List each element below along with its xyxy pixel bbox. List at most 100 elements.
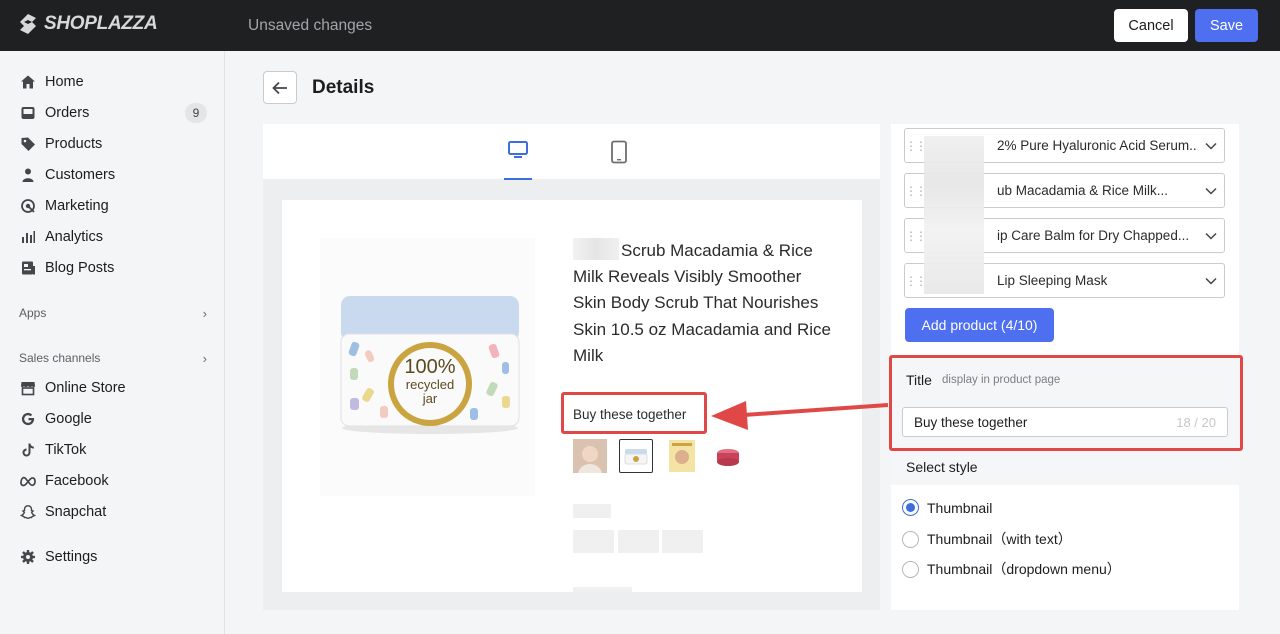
sidebar-item-label: Online Store <box>45 380 126 396</box>
price-placeholder <box>573 504 611 518</box>
google-icon <box>19 410 37 428</box>
sidebar-item-customers[interactable]: Customers <box>19 164 207 186</box>
chevron-down-icon[interactable] <box>1198 142 1224 150</box>
top-bar: SHOPLAZZA Unsaved changes Cancel Save <box>0 0 1280 51</box>
scrub-jar-image: 100% recycled jar <box>340 296 520 434</box>
select-style-label: Select style <box>906 459 978 475</box>
sidebar-item-settings[interactable]: Settings <box>19 546 207 568</box>
select-style-header: Select style <box>891 450 1239 485</box>
product-name: ip Care Balm for Dry Chapped... <box>997 228 1190 243</box>
drag-handle-icon[interactable]: ⋮⋮ <box>905 184 927 198</box>
back-button[interactable] <box>263 71 297 104</box>
sidebar-item-analytics[interactable]: Analytics <box>19 226 207 248</box>
arrow-left-icon <box>272 81 287 94</box>
sidebar-item-snapchat[interactable]: Snapchat <box>19 501 207 523</box>
home-icon <box>19 73 37 91</box>
redacted-product-names <box>924 136 984 294</box>
unsaved-changes-status: Unsaved changes <box>248 17 373 34</box>
add-product-button[interactable]: Add product (4/10) <box>905 308 1054 342</box>
target-icon <box>19 197 37 215</box>
sidebar-item-label: TikTok <box>45 442 87 458</box>
drag-handle-icon[interactable]: ⋮⋮ <box>905 229 927 243</box>
sidebar-item-blog-posts[interactable]: Blog Posts <box>19 257 207 279</box>
drag-handle-icon[interactable]: ⋮⋮ <box>905 274 927 288</box>
product-name: ub Macadamia & Rice Milk... <box>997 183 1169 198</box>
shoplazza-logo[interactable]: SHOPLAZZA <box>18 13 158 35</box>
bundle-thumbnail[interactable] <box>573 439 607 473</box>
radio-icon[interactable] <box>902 530 919 548</box>
ghost-icon <box>19 503 37 521</box>
orders-count-badge: 9 <box>185 103 207 123</box>
save-button[interactable]: Save <box>1195 9 1258 42</box>
jar-label-percent: 100% <box>404 356 455 378</box>
annotation-arrow-icon <box>711 401 889 430</box>
sidebar-item-label: Snapchat <box>45 504 107 520</box>
person-icon <box>19 166 37 184</box>
tag-icon <box>19 135 37 153</box>
bundle-thumbnail[interactable] <box>711 439 745 473</box>
desktop-view-tab[interactable] <box>504 140 532 180</box>
sidebar-item-home[interactable]: Home <box>19 71 207 93</box>
sidebar-item-label: Marketing <box>45 198 109 214</box>
redacted-brand <box>573 238 619 260</box>
bundle-thumbnail[interactable] <box>665 439 699 473</box>
sidebar-item-online-store[interactable]: Online Store <box>19 377 207 399</box>
radio-icon[interactable] <box>902 560 919 578</box>
chevron-down-icon[interactable] <box>1198 277 1224 285</box>
chevron-down-icon[interactable] <box>1198 232 1224 240</box>
jar-label-jar: jar <box>422 391 438 406</box>
product-title: Scrub Macadamia & Rice Milk Reveals Visi… <box>573 238 835 369</box>
chevron-right-icon: › <box>202 351 207 366</box>
preview-highlight-box <box>561 392 707 434</box>
gear-icon <box>19 548 37 566</box>
chevron-right-icon: › <box>202 306 207 321</box>
style-option-thumbnail-dropdown[interactable]: Thumbnail（dropdown menu） <box>902 559 1121 579</box>
sidebar-item-label: Facebook <box>45 473 109 489</box>
document-icon <box>19 259 37 277</box>
style-option-thumbnail[interactable]: Thumbnail <box>902 499 992 516</box>
bundle-thumbnail-selected[interactable] <box>619 439 653 473</box>
tablet-icon <box>611 140 627 164</box>
product-name: 2% Pure Hyaluronic Acid Serum... <box>997 138 1198 153</box>
style-option-thumbnail-with-text[interactable]: Thumbnail（with text） <box>902 529 1072 549</box>
tiktok-icon <box>19 441 37 459</box>
option-placeholder <box>662 530 703 553</box>
jar-label-recycled: recycled <box>406 377 454 392</box>
drag-handle-icon[interactable]: ⋮⋮ <box>905 139 927 153</box>
sidebar-item-label: Analytics <box>45 229 104 245</box>
option-placeholder <box>618 530 659 553</box>
sidebar-item-products[interactable]: Products <box>19 133 207 155</box>
sidebar-item-label: Home <box>45 74 84 90</box>
shoplazza-logo-icon <box>20 14 36 34</box>
radio-selected-icon[interactable] <box>902 499 919 516</box>
bundle-thumbnails <box>573 439 745 473</box>
option-placeholder <box>573 530 614 553</box>
chevron-down-icon[interactable] <box>1198 187 1224 195</box>
apps-section[interactable]: Apps › <box>19 306 207 321</box>
sidebar-item-marketing[interactable]: Marketing <box>19 195 207 217</box>
sidebar-item-facebook[interactable]: Facebook <box>19 470 207 492</box>
sidebar: Home Orders 9 Products Customers Marketi… <box>0 51 225 634</box>
title-setting-highlight-box <box>889 355 1243 451</box>
store-icon <box>19 379 37 397</box>
meta-icon <box>19 472 37 490</box>
sidebar-item-orders[interactable]: Orders 9 <box>19 102 207 124</box>
inbox-icon <box>19 104 37 122</box>
sidebar-item-label: Customers <box>45 167 116 183</box>
preview-panel: 100% recycled jar Scrub Macadamia & Rice… <box>263 124 880 610</box>
bar-chart-icon <box>19 228 37 246</box>
sidebar-item-label: Settings <box>45 549 98 565</box>
sidebar-item-google[interactable]: Google <box>19 408 207 430</box>
style-option-label: Thumbnail（dropdown menu） <box>927 561 1121 577</box>
style-option-label: Thumbnail <box>927 499 993 516</box>
cancel-button[interactable]: Cancel <box>1114 9 1188 42</box>
tablet-view-tab[interactable] <box>607 140 631 166</box>
product-image: 100% recycled jar <box>320 238 535 496</box>
sales-channels-section[interactable]: Sales channels › <box>19 351 207 366</box>
desktop-icon <box>508 141 528 158</box>
device-switcher <box>263 124 880 180</box>
sidebar-item-tiktok[interactable]: TikTok <box>19 439 207 461</box>
sales-channels-label: Sales channels <box>19 351 101 365</box>
logo-text: SHOPLAZZA <box>44 13 158 34</box>
sidebar-item-label: Google <box>45 411 92 427</box>
